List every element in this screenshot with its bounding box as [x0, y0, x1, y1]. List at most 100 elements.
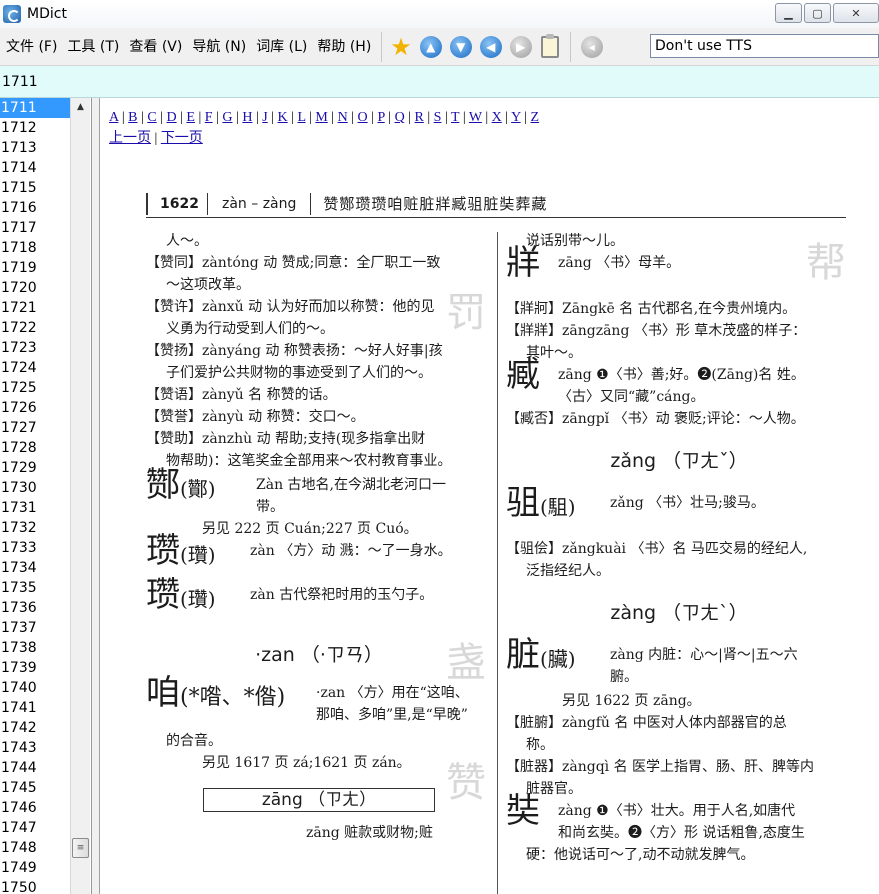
pane-splitter[interactable] — [92, 98, 100, 894]
star-icon[interactable]: ★ — [390, 35, 412, 59]
word-list-item[interactable]: 1717 — [0, 218, 70, 238]
word-list-item[interactable]: 1742 — [0, 718, 70, 738]
prev-page-link[interactable]: 上一页 — [109, 131, 151, 146]
alphabet-link[interactable]: L — [297, 110, 305, 125]
word-list-item[interactable]: 1732 — [0, 518, 70, 538]
word-list-item[interactable]: 1727 — [0, 418, 70, 438]
word-list-item[interactable]: 1728 — [0, 438, 70, 458]
alphabet-link[interactable]: B — [128, 110, 137, 125]
alphabet-link[interactable]: A — [109, 110, 118, 125]
alphabet-link[interactable]: F — [205, 110, 213, 125]
speaker-icon[interactable]: ◂ — [580, 35, 603, 58]
word-list-item[interactable]: 1734 — [0, 558, 70, 578]
alphabet-link[interactable]: R — [415, 110, 424, 125]
alphabet-link[interactable]: O — [358, 110, 368, 125]
word-list-item[interactable]: 1712 — [0, 118, 70, 138]
headword-char: 咱 — [146, 673, 180, 713]
entry-line: 硬：他说话可～了,动不动就发脾气。 — [526, 847, 755, 863]
word-list-item[interactable]: 1721 — [0, 298, 70, 318]
up-arrow-icon[interactable]: ▲ — [419, 35, 442, 58]
word-list-item[interactable]: 1739 — [0, 658, 70, 678]
headword-def: zāng 赃款或财物;赃 — [306, 825, 433, 841]
next-page-link[interactable]: 下一页 — [161, 131, 203, 146]
scroll-thumb[interactable]: ≡ — [72, 838, 89, 858]
entry-line: 泛指经纪人。 — [526, 563, 610, 579]
headword-def-cont: 那咱、多咱”里,是“早晚” — [316, 707, 468, 723]
word-list-item[interactable]: 1730 — [0, 478, 70, 498]
word-list-item[interactable]: 1745 — [0, 778, 70, 798]
headword-char: 牂 — [506, 243, 540, 283]
word-list-item[interactable]: 1737 — [0, 618, 70, 638]
word-list-item[interactable]: 1748 — [0, 838, 70, 858]
alphabet-link[interactable]: Y — [511, 110, 521, 125]
alphabet-link[interactable]: E — [186, 110, 195, 125]
alphabet-link[interactable]: G — [222, 110, 232, 125]
alphabet-link[interactable]: C — [147, 110, 156, 125]
alphabet-link[interactable]: N — [338, 110, 348, 125]
headword-trad: (臟) — [540, 647, 576, 671]
word-list-item[interactable]: 1711 — [0, 98, 70, 118]
word-list-item[interactable]: 1719 — [0, 258, 70, 278]
word-list-item[interactable]: 1746 — [0, 798, 70, 818]
word-list-item[interactable]: 1720 — [0, 278, 70, 298]
clipboard-icon[interactable] — [540, 33, 559, 58]
alphabet-link[interactable]: D — [166, 110, 176, 125]
alphabet-link[interactable]: J — [262, 110, 267, 125]
alphabet-link[interactable]: S — [434, 110, 442, 125]
word-list-item[interactable]: 1726 — [0, 398, 70, 418]
word-list-item[interactable]: 1738 — [0, 638, 70, 658]
word-list-item[interactable]: 1724 — [0, 358, 70, 378]
alphabet-link[interactable]: P — [377, 110, 384, 125]
down-arrow-icon[interactable]: ▼ — [449, 35, 472, 58]
minimize-button[interactable]: ▁ — [775, 3, 802, 23]
word-list-item[interactable]: 1750 — [0, 878, 70, 894]
word-list-item[interactable]: 1747 — [0, 818, 70, 838]
alphabet-link[interactable]: T — [451, 110, 459, 125]
word-list-item[interactable]: 1729 — [0, 458, 70, 478]
alphabet-link[interactable]: Z — [531, 110, 540, 125]
forward-arrow-icon[interactable]: ▶ — [509, 35, 532, 58]
word-list-item[interactable]: 1718 — [0, 238, 70, 258]
word-list-item[interactable]: 1725 — [0, 378, 70, 398]
headword-def: zàng ❶〈书〉壮大。用于人名,如唐代 — [558, 803, 796, 819]
page-number: 1622 — [146, 192, 208, 215]
maximize-button[interactable]: ▢ — [804, 3, 831, 23]
word-list-item[interactable]: 1713 — [0, 138, 70, 158]
entry-line: 子们爱护公共财物的事迹受到了人们的～。 — [166, 365, 432, 381]
menu-library[interactable]: 词库 (L) — [252, 28, 311, 66]
word-list-scrollbar[interactable]: ▲ ≡ — [70, 98, 90, 894]
word-list-item[interactable]: 1731 — [0, 498, 70, 518]
word-list-item[interactable]: 1722 — [0, 318, 70, 338]
word-list-item[interactable]: 1740 — [0, 678, 70, 698]
alphabet-link[interactable]: H — [242, 110, 252, 125]
menu-help[interactable]: 帮助 (H) — [313, 28, 375, 66]
menu-file[interactable]: 文件 (F) — [2, 28, 61, 66]
headword-char: 驵 — [506, 483, 540, 523]
word-list-item[interactable]: 1723 — [0, 338, 70, 358]
word-list-item[interactable]: 1716 — [0, 198, 70, 218]
alphabet-link[interactable]: K — [278, 110, 288, 125]
entry-line: 【牂牂】zāngzāng 〈书〉形 草木茂盛的样子： — [506, 323, 807, 339]
alphabet-link[interactable]: W — [469, 110, 482, 125]
word-list-item[interactable]: 1749 — [0, 858, 70, 878]
search-input[interactable] — [0, 66, 879, 97]
close-button[interactable]: ✕ — [833, 3, 879, 23]
word-list-item[interactable]: 1715 — [0, 178, 70, 198]
scroll-up-icon[interactable]: ▲ — [71, 98, 90, 116]
menu-tools[interactable]: 工具 (T) — [63, 28, 123, 66]
pinyin-box: zāng （ㄗㄤ） — [202, 788, 436, 812]
menu-view[interactable]: 查看 (V) — [125, 28, 186, 66]
tts-select[interactable]: Don't use TTS — [650, 34, 879, 58]
word-list-item[interactable]: 1736 — [0, 598, 70, 618]
alphabet-link[interactable]: Q — [395, 110, 405, 125]
alphabet-link[interactable]: X — [492, 110, 502, 125]
word-list-item[interactable]: 1733 — [0, 538, 70, 558]
word-list-item[interactable]: 1714 — [0, 158, 70, 178]
word-list-item[interactable]: 1735 — [0, 578, 70, 598]
alphabet-link[interactable]: M — [315, 110, 327, 125]
word-list-item[interactable]: 1741 — [0, 698, 70, 718]
word-list-item[interactable]: 1744 — [0, 758, 70, 778]
word-list-item[interactable]: 1743 — [0, 738, 70, 758]
menu-navigate[interactable]: 导航 (N) — [188, 28, 250, 66]
back-arrow-icon[interactable]: ◀ — [479, 35, 502, 58]
